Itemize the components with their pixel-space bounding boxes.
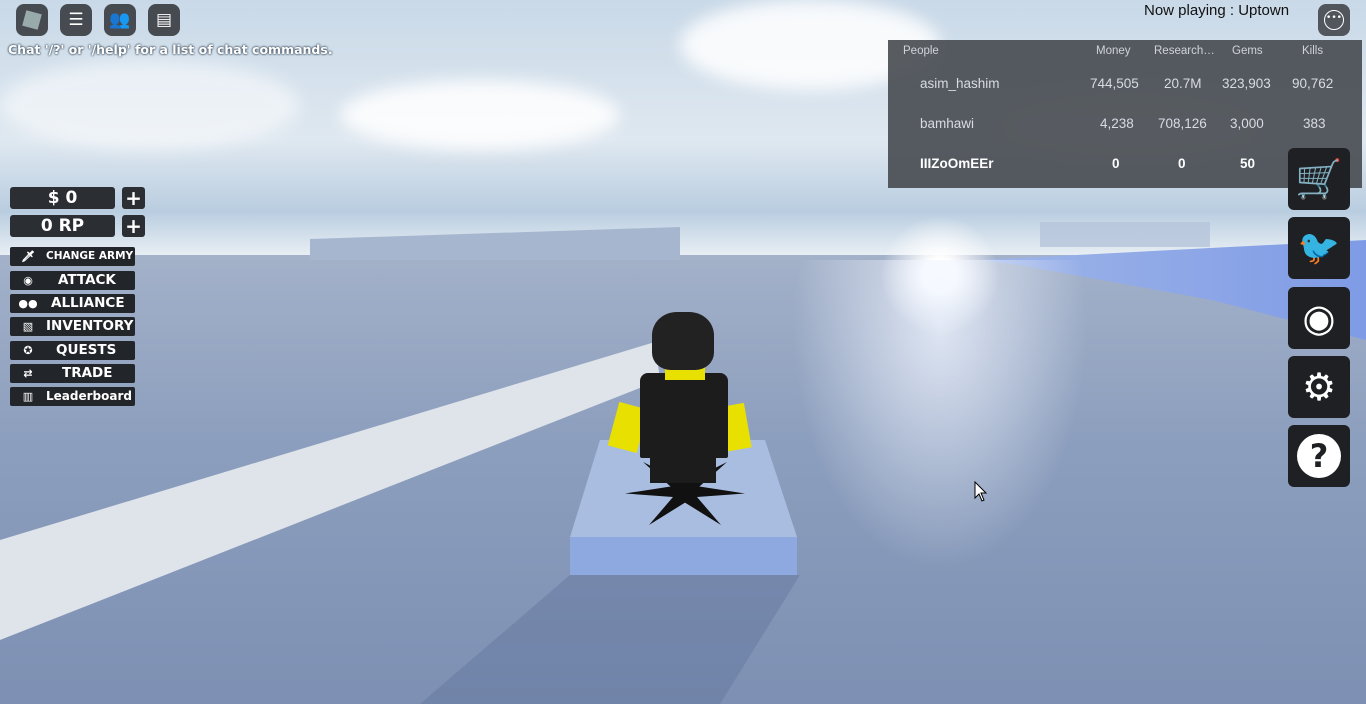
change-army-button[interactable]: 🗡 CHANGE ARMY (10, 247, 135, 266)
research: 708,126 (1158, 116, 1207, 131)
more-icon: ••• (1324, 10, 1344, 30)
mouse-cursor-icon (974, 481, 988, 502)
spectate-button[interactable]: ◉ (1288, 287, 1350, 349)
swap-icon: ⇄ (23, 367, 33, 380)
header-money: Money (1096, 45, 1131, 57)
player-name: asim_hashim (920, 76, 1000, 91)
add-research-button[interactable]: + (122, 215, 145, 237)
player-name: bamhawi (920, 116, 975, 131)
alliance-button[interactable]: ●● ALLIANCE (10, 294, 135, 313)
leaderboard-row[interactable]: asim_hashim 744,505 20.7M 323,903 90,762 (888, 76, 1362, 116)
header-people: People (903, 45, 939, 57)
eye-icon: ◉ (1302, 296, 1336, 340)
sword-icon: 🗡 (21, 250, 35, 263)
settings-button[interactable]: ⚙ (1288, 356, 1350, 418)
chat-hint: Chat '/?' or '/help' for a list of chat … (8, 42, 333, 57)
spawn-pad-front (570, 537, 797, 575)
avatar-torso (640, 373, 728, 458)
chart-icon: ▥ (22, 390, 34, 403)
header-gems: Gems (1232, 45, 1263, 57)
player-name: IIIZoOmEEr (920, 156, 994, 171)
header-research: Research… (1154, 45, 1215, 57)
distant-platform (1040, 222, 1210, 247)
leaderboard-button[interactable]: ▥ Leaderboard (10, 387, 135, 406)
research-display: 0 RP (10, 215, 115, 237)
research: 0 (1178, 156, 1186, 171)
ribbon-icon: ✪ (23, 344, 33, 357)
gems: 50 (1240, 156, 1256, 171)
money: 744,505 (1090, 76, 1139, 91)
more-button[interactable]: ••• (1318, 4, 1350, 36)
money: 4,238 (1100, 116, 1134, 131)
crate-icon: ▧ (22, 320, 34, 333)
settings-gear-icon: ⚙ (1301, 365, 1337, 409)
notes-icon[interactable]: ▤ (148, 4, 180, 36)
target-icon: ◉ (23, 274, 33, 287)
quests-button[interactable]: ✪ QUESTS (10, 341, 135, 360)
research: 20.7M (1164, 76, 1202, 91)
shop-button[interactable]: 🛒 (1288, 148, 1350, 210)
help-icon: ? (1297, 434, 1341, 478)
twitter-icon: 🐦 (1297, 228, 1341, 268)
sun-glare (780, 260, 1100, 590)
help-button[interactable]: ? (1288, 425, 1350, 487)
money: 0 (1112, 156, 1120, 171)
gems: 323,903 (1222, 76, 1271, 91)
shop-cart-icon: 🛒 (1295, 156, 1343, 201)
people-icon: ●● (18, 297, 38, 310)
roblox-menu-icon[interactable] (16, 4, 48, 36)
trade-button[interactable]: ⇄ TRADE (10, 364, 135, 383)
money-display: $ 0 (10, 187, 115, 209)
now-playing: Now playing : Uptown (1144, 2, 1290, 19)
add-money-button[interactable]: + (122, 187, 145, 209)
kills: 383 (1303, 116, 1326, 131)
chat-icon[interactable]: ☰ (60, 4, 92, 36)
attack-button[interactable]: ◉ ATTACK (10, 271, 135, 290)
inventory-button[interactable]: ▧ INVENTORY (10, 317, 135, 336)
twitter-button[interactable]: 🐦 (1288, 217, 1350, 279)
avatar-head (652, 312, 714, 370)
gems: 3,000 (1230, 116, 1264, 131)
header-kills: Kills (1302, 45, 1324, 57)
distant-platform (310, 227, 680, 260)
friends-add-icon[interactable]: 👥 (104, 4, 136, 36)
avatar-legs (650, 455, 716, 483)
kills: 90,762 (1292, 76, 1334, 91)
